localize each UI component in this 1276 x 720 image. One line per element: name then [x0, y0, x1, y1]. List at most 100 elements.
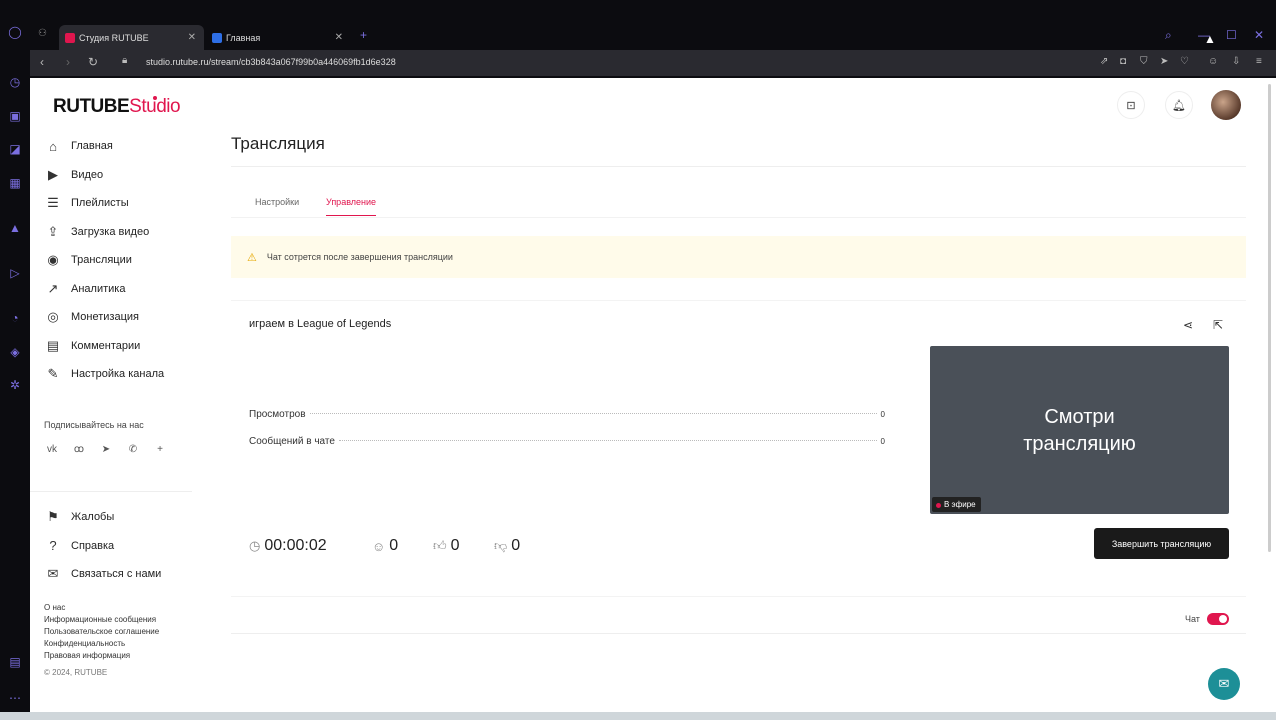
stat-label: Сообщений в чате [249, 436, 335, 447]
thumbs-down-icon: 👎︎ [494, 538, 508, 553]
back-icon[interactable]: ‹ [40, 55, 44, 69]
rutube-studio-logo[interactable]: RUTUBEStudio [53, 96, 181, 118]
sidebar-item[interactable]: ⌂ Главная [44, 132, 204, 161]
stat-value: 0 [880, 410, 885, 419]
plus-icon[interactable]: + [152, 442, 168, 458]
stat-value: 0 [880, 437, 885, 446]
avatar[interactable] [1211, 90, 1241, 120]
viewers-icon: ☺ [372, 538, 386, 554]
title-divider [231, 166, 1246, 167]
sidebar-settings-icon[interactable]: ✲ [7, 377, 23, 393]
sidebar-clock-icon[interactable]: ◔ [7, 310, 23, 326]
stat-dots [338, 440, 877, 441]
footer-link-about[interactable]: О нас [44, 602, 159, 614]
upload-button[interactable]: ⊡ [1117, 91, 1145, 119]
share-icon[interactable]: ⋖ [1183, 318, 1193, 332]
sidebar-star-icon[interactable]: ▲ [7, 220, 23, 236]
sidebar-bag-icon[interactable]: ▣ [7, 108, 23, 124]
download-icon[interactable]: ⇩ [1232, 56, 1240, 67]
sidebar-cube-icon[interactable]: ◈ [7, 344, 23, 360]
page-title: Трансляция [231, 134, 325, 153]
viber-icon[interactable]: ✆ [125, 442, 141, 458]
address-bar: ‹ › ↻ 🔒︎ studio.rutube.ru/stream/cb3b843… [30, 50, 1276, 76]
share-page-icon[interactable]: ⇗ [1100, 56, 1108, 67]
end-stream-button[interactable]: Завершить трансляцию [1094, 528, 1229, 559]
close-tab-icon[interactable]: ✕ [335, 32, 343, 43]
vk-icon[interactable]: vk [44, 442, 60, 458]
sidebar-calendar-icon[interactable]: ▦ [7, 175, 23, 191]
taskbar [0, 712, 1276, 720]
lock-icon[interactable]: 🔒︎ [122, 55, 127, 66]
sidebar-item[interactable]: ◉ Трансляции [44, 246, 204, 275]
live-badge: В эфире [932, 497, 981, 512]
subscribe-title: Подписывайтесь на нас [44, 420, 144, 430]
thumbs-up-icon: 👍︎ [433, 538, 447, 553]
gamepad-icon[interactable]: ⚇ [38, 28, 47, 39]
copyright: © 2024, RUTUBE [44, 668, 108, 677]
ok-icon[interactable]: ꝏ [71, 442, 87, 458]
sidebar-twitch-icon[interactable]: ◪ [7, 141, 23, 157]
tab-settings[interactable]: Настройки [255, 197, 299, 207]
close-window-icon[interactable]: ✕ [1254, 28, 1264, 42]
sidebar-item[interactable]: ✎ Настройка канала [44, 360, 204, 389]
browser-logo-icon[interactable]: ◯ [7, 24, 23, 40]
notifications-button[interactable]: 🔔︎ [1165, 91, 1193, 119]
sidebar-more-icon[interactable]: ⋯ [7, 690, 23, 706]
studio-page: RUTUBEStudio ⌂ Главная ▶ Видео ☰ Плейлисты ⇪ За… [30, 78, 1276, 712]
heart-icon[interactable]: ♡ [1180, 56, 1189, 67]
shield-icon[interactable]: ⛉ [1140, 56, 1148, 67]
chat-card: Чат [231, 596, 1246, 712]
sidebar-item[interactable]: ? Справка [44, 532, 161, 561]
close-tab-icon[interactable]: ✕ [188, 32, 196, 43]
search-icon[interactable]: ⌕ [1165, 28, 1172, 43]
sidebar-item[interactable]: ▤ Комментарии [44, 332, 204, 361]
stream-card: играем в League of Legends ⋖ ⇱ Просмотро… [231, 300, 1246, 574]
new-tab-button[interactable]: + [360, 28, 367, 42]
sidebar-item[interactable]: ▶ Видео [44, 161, 204, 190]
tab-main[interactable]: Главная ✕ [206, 25, 351, 50]
money-icon: ◎ [47, 309, 59, 325]
footer-link-agreement[interactable]: Пользовательское соглашение [44, 626, 159, 638]
logo-main: RUTUBE [53, 96, 130, 117]
dislikes-metric: 👎︎ 0 [494, 537, 520, 555]
send-icon[interactable]: ➤ [1160, 56, 1168, 67]
footer-link-info[interactable]: Информационные сообщения [44, 614, 159, 626]
dislikes-value: 0 [511, 537, 521, 554]
mouse-cursor-icon: ▲ [1204, 32, 1216, 46]
chat-label: Чат [1185, 614, 1200, 624]
sidebar-history-icon[interactable]: ◷ [7, 74, 23, 90]
tab-management[interactable]: Управление [326, 197, 377, 216]
forward-icon[interactable]: › [66, 55, 70, 69]
scrollbar[interactable] [1268, 84, 1271, 552]
comments-icon: ▤ [46, 337, 60, 353]
support-chat-button[interactable]: ✉ [1208, 668, 1240, 700]
sidebar-play-icon[interactable]: ▷ [7, 265, 23, 281]
footer-link-legal[interactable]: Правовая информация [44, 650, 159, 662]
sidebar-item[interactable]: ☰ Плейлисты [44, 189, 204, 218]
telegram-icon[interactable]: ➤ [98, 442, 114, 458]
chat-toggle[interactable] [1207, 613, 1229, 625]
menu-icon[interactable]: ≡ [1256, 56, 1262, 67]
sidebar-item[interactable]: ⚑ Жалобы [44, 503, 161, 532]
maximize-icon[interactable]: ☐ [1226, 28, 1237, 42]
tab-rutube-studio[interactable]: Студия RUTUBE ✕ [59, 25, 204, 50]
reload-icon[interactable]: ↻ [88, 55, 98, 69]
sidebar-item[interactable]: ◎ Монетизация [44, 303, 204, 332]
screenshot-icon[interactable]: ◘ [1120, 56, 1126, 67]
profile-icon[interactable]: ☺ [1208, 56, 1218, 67]
stream-preview[interactable]: Смотри трансляцию В эфире [930, 346, 1229, 514]
sidebar-item[interactable]: ↗ Аналитика [44, 275, 204, 304]
tab-label: Студия RUTUBE [79, 32, 149, 43]
footer-link-privacy[interactable]: Конфиденциальность [44, 638, 159, 650]
studio-sidebar: ⌂ Главная ▶ Видео ☰ Плейлисты ⇪ Загрузка видео ◉… [44, 132, 204, 389]
upload-icon: ⊡ [1126, 99, 1136, 112]
open-external-icon[interactable]: ⇱ [1213, 318, 1223, 332]
sidebar-item[interactable]: ⇪ Загрузка видео [44, 218, 204, 247]
likes-value: 0 [450, 537, 460, 554]
sidebar-item-label: Справка [71, 539, 115, 552]
tab-bar: ⚇ Студия RUTUBE ✕ Главная ✕ + ⌕ — ☐ ✕ [30, 22, 1276, 50]
sidebar-panel-icon[interactable]: ▤ [7, 654, 23, 670]
url-field[interactable]: studio.rutube.ru/stream/cb3b843a067f99b0… [146, 57, 396, 67]
sidebar-item[interactable]: ✉ Связаться с нами [44, 560, 162, 589]
sidebar-item-label: Трансляции [71, 254, 132, 267]
